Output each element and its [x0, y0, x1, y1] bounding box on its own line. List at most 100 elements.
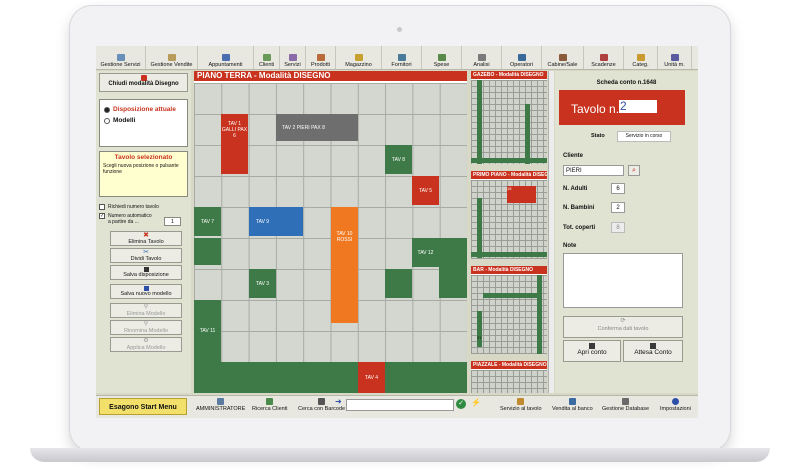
floor-grid[interactable]: TAV 1 GALLI PAX 6 TAV 2 PIERI PAX 8 TAV … [194, 83, 467, 393]
client-field[interactable]: PIERI [563, 165, 624, 176]
barcode-input[interactable] [346, 399, 454, 411]
toolbar-units-button[interactable]: Unità m. [658, 46, 692, 69]
toolbar-deadlines-button[interactable]: Scadenze [584, 46, 624, 69]
database-button[interactable]: Gestione Database [602, 398, 649, 412]
status-label: Stato [591, 133, 605, 139]
table-green-block[interactable] [385, 269, 412, 298]
mini-gazebo[interactable]: GAZEBO - Modalità DISEGNO [471, 71, 547, 164]
toolbar-rooms-button[interactable]: Cabine/Sale [542, 46, 584, 69]
expenses-icon [437, 54, 446, 61]
children-input[interactable]: 2 [611, 202, 625, 213]
table-tav-11[interactable]: TAV 11 [194, 300, 221, 362]
split-icon: ✂ [143, 249, 149, 256]
toolbar-clients-button[interactable]: Clienti [254, 46, 280, 69]
counter-sale-label: Vendita al banco [552, 406, 593, 412]
request-number-checkbox[interactable]: Richiedi numero tavolo [99, 204, 159, 210]
table-row-green[interactable] [194, 362, 467, 393]
toolbar-products-button[interactable]: Prodotti [306, 46, 336, 69]
open-account-button[interactable]: Apri conto [563, 340, 621, 362]
table-label: TAV 3 [255, 280, 270, 287]
notes-textarea[interactable] [563, 253, 683, 308]
table-tav-1[interactable]: TAV 1 GALLI PAX 6 [221, 114, 248, 145]
client-label: Cliente [563, 153, 584, 159]
table-tav-5[interactable]: TAV 5 [412, 176, 439, 205]
settings-button[interactable]: Impostazioni [660, 398, 691, 412]
run-icon[interactable]: ⚡ [471, 398, 481, 407]
wait-account-label: Attesa Conto [634, 349, 672, 356]
settings-label: Impostazioni [660, 406, 691, 412]
confirm-table-button[interactable]: ⟳ Conferma dati tavolo [563, 316, 683, 338]
toolbar-operators-button[interactable]: Operatori [502, 46, 542, 69]
table-tav-8[interactable]: TAV 8 [385, 145, 412, 174]
toolbar-categories-button[interactable]: Categ. [624, 46, 658, 69]
client-search-icon[interactable]: ⌕ [628, 165, 640, 176]
notes-label: Note [563, 243, 577, 249]
close-design-button[interactable]: Chiudi modalità Disegno [99, 73, 188, 92]
mini-scrollbar[interactable] [548, 71, 554, 393]
table-tav-4[interactable]: TAV 4 [358, 362, 385, 393]
adults-input[interactable]: 6 [611, 183, 625, 194]
search-clients-label: Ricerca Clienti [252, 406, 288, 412]
table-tav-7-extension[interactable] [194, 238, 221, 265]
mini-bar[interactable]: BAR - Modalità DISEGNO 21 [471, 266, 547, 354]
table-tav-9[interactable]: TAV 9 [249, 207, 276, 236]
toolbar-suppliers-button[interactable]: Fornitori [382, 46, 422, 69]
auto-number-input[interactable]: 1 [164, 217, 181, 226]
table-number-banner: Tavolo n. 2 [559, 90, 685, 125]
toolbar-expenses-button[interactable]: Spese [422, 46, 462, 69]
mini-table [471, 252, 547, 257]
mini-table-label: 21 [477, 335, 482, 340]
admin-label: AMMINISTRATORE [196, 406, 246, 412]
split-table-button[interactable]: ✂ Dividi Tavolo [110, 248, 182, 263]
products-icon [316, 54, 325, 61]
save-new-model-button[interactable]: Salva nuovo modello [110, 284, 182, 299]
table-tav-9-extension[interactable] [276, 207, 303, 236]
toolbar-label: Scadenze [591, 62, 616, 68]
save-layout-button[interactable]: Salva disposizione [110, 265, 182, 280]
units-icon [670, 54, 679, 61]
table-tav-12[interactable]: TAV 12 [412, 238, 439, 267]
table-tav-10[interactable]: TAV 10 ROSSI [331, 207, 358, 267]
table-service-button[interactable]: Servizio al tavolo [500, 398, 542, 412]
mini-table-red: 15 [507, 186, 536, 203]
calendar-icon [221, 54, 230, 61]
toolbar-sales-button[interactable]: Gestione Vendite [146, 46, 198, 69]
wait-account-button[interactable]: Attesa Conto [623, 340, 683, 362]
toolbar-label: Spese [433, 62, 450, 68]
search-clients-button[interactable]: Ricerca Clienti [252, 398, 287, 412]
table-label: TAV 10 ROSSI [336, 231, 353, 243]
table-tav-2[interactable]: TAV 2 PIERI PAX 8 [276, 114, 331, 141]
table-tav-3[interactable]: TAV 3 [249, 269, 276, 298]
auto-number-checkbox[interactable]: ✓ Numero automatico a partire da ... [99, 213, 152, 225]
toolbar-calendar-button[interactable]: Appuntamenti [198, 46, 254, 69]
toolbar-label: Gestione Servizi [100, 62, 141, 68]
delete-model-button[interactable]: ⚲ Elimina Modello [110, 303, 182, 318]
delete-table-button[interactable]: ✖ Elimina Tavolo [110, 231, 182, 246]
radio-current-layout[interactable]: Disposizione attuale [104, 106, 176, 113]
toolbar-services-button[interactable]: Gestione Servizi [96, 46, 146, 69]
confirm-check-icon[interactable]: ✓ [456, 399, 466, 409]
adults-label: N. Adulti [563, 186, 588, 192]
toolbar-analysis-button[interactable]: Analisi [462, 46, 502, 69]
mini-primo-piano[interactable]: PRIMO PIANO - Modalità DISEGNO 15 [471, 171, 547, 259]
table-label: TAV 9 [255, 218, 270, 225]
table-label: TAV 1 GALLI PAX 6 [221, 120, 248, 139]
radio-selected-icon [104, 106, 110, 113]
table-tav-12-extension[interactable] [439, 238, 467, 298]
table-number-input[interactable]: 2 [619, 100, 657, 113]
mini-table [483, 293, 538, 298]
table-tav-10-extension[interactable] [331, 267, 358, 323]
table-tav-7[interactable]: TAV 7 [194, 207, 221, 236]
table-tav-1-extension[interactable] [221, 145, 248, 174]
radio-models[interactable]: Modelli [104, 117, 135, 124]
table-tav-2-extension[interactable] [331, 114, 358, 141]
mini-piazzale[interactable]: PIAZZALE - Modalità DISEGNO [471, 361, 547, 393]
rename-model-button[interactable]: ⚲ Rinomina Modello [110, 320, 182, 335]
apply-model-button[interactable]: ⚙ Applica Modello [110, 337, 182, 352]
counter-sale-button[interactable]: Vendita al banco [552, 398, 593, 412]
start-menu-button[interactable]: Esagono Start Menu [99, 398, 187, 415]
toolbar-services-list-button[interactable]: Servizi [280, 46, 306, 69]
save-new-model-label: Salva nuovo modello [120, 291, 172, 297]
admin-button[interactable]: AMMINISTRATORE [196, 398, 245, 412]
toolbar-warehouse-button[interactable]: Magazzino [336, 46, 382, 69]
